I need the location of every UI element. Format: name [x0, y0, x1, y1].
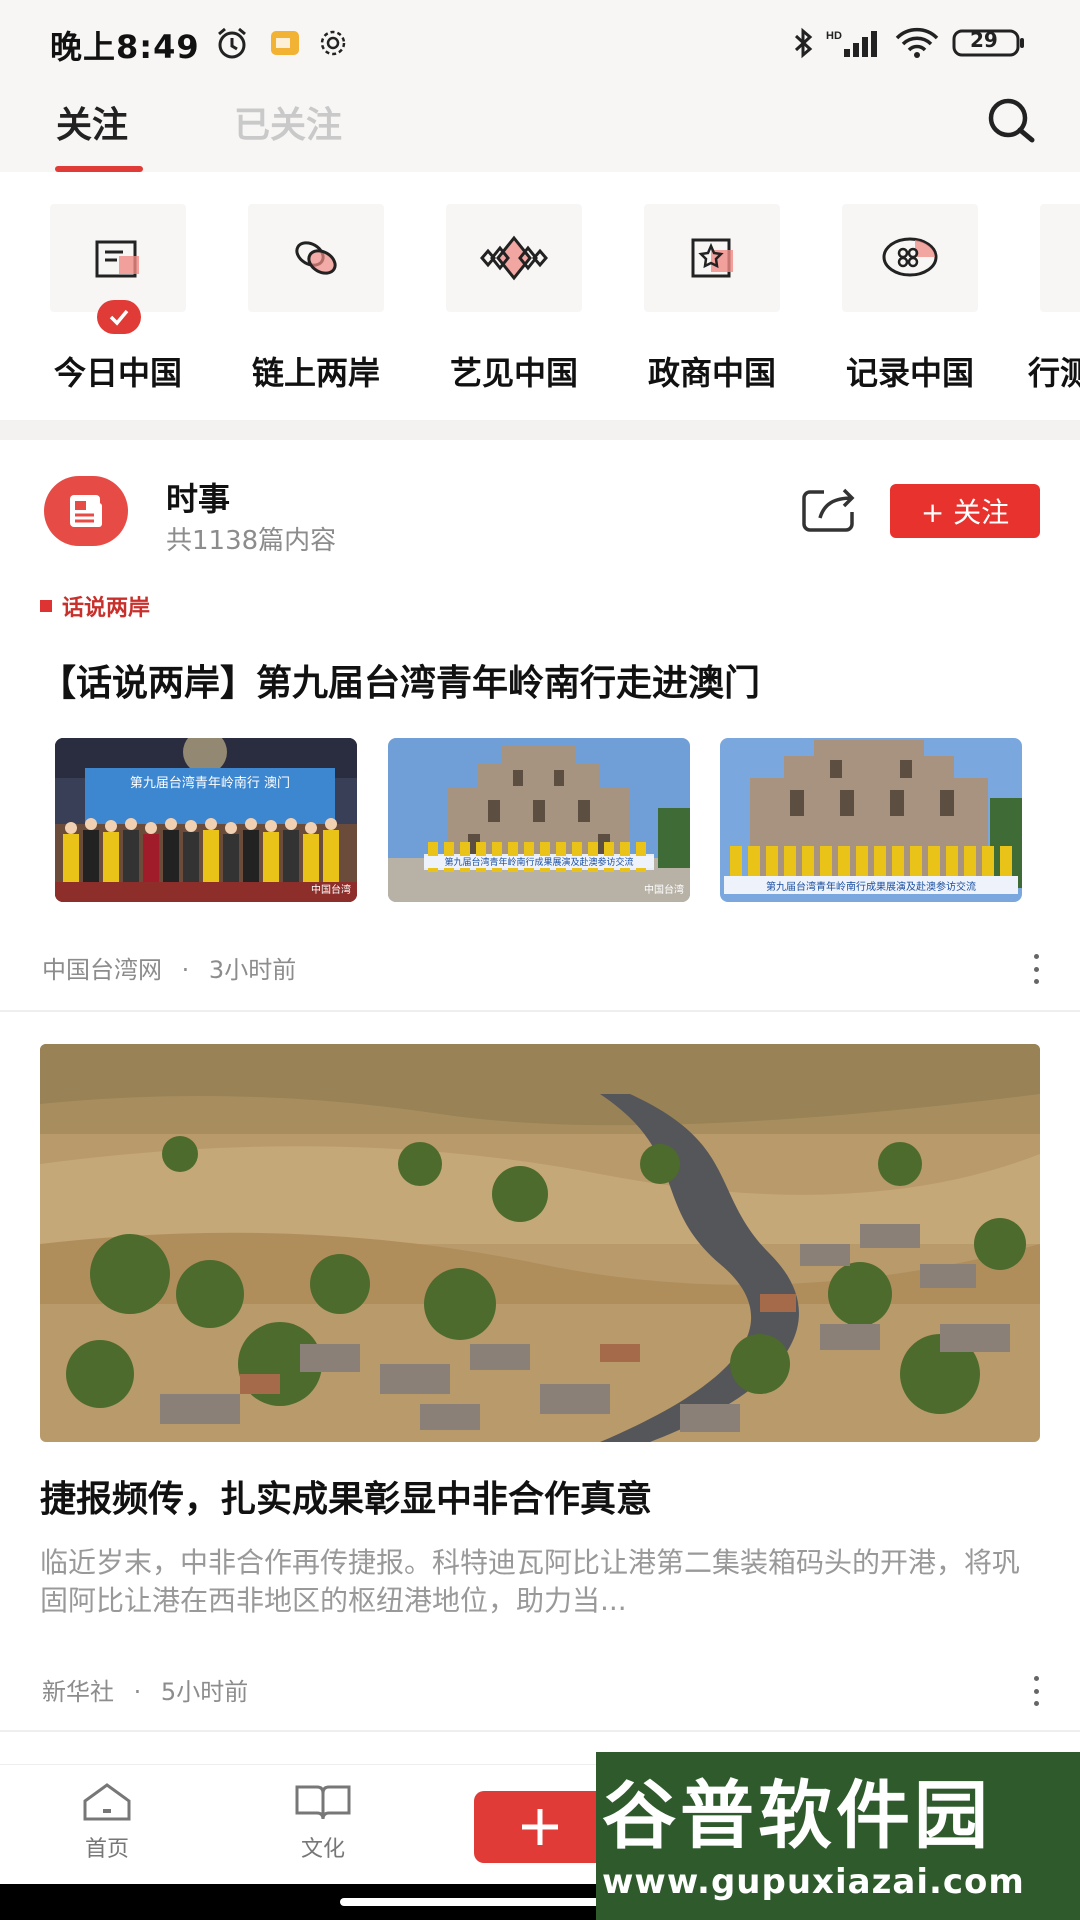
article-time: 5小时前	[160, 1678, 249, 1706]
channel-item-today-china[interactable]: 今日中国	[38, 204, 198, 394]
topic-header: 时事 共1138篇内容 + 关注	[0, 440, 1080, 576]
tag-marker	[40, 600, 52, 612]
article-title[interactable]: 捷报频传，扎实成果彰显中非合作真意	[40, 1470, 652, 1522]
channel-label: 链上两岸	[251, 354, 380, 392]
channel-item-gov-business-china[interactable]: 政商中国	[632, 204, 792, 394]
watermark-title: 谷普软件园	[602, 1773, 992, 1859]
article-source: 中国台湾网	[42, 956, 162, 984]
chat-bubble-icon	[842, 204, 978, 312]
top-header: 关注 已关注	[0, 86, 1080, 172]
wifi-icon	[892, 26, 942, 60]
triangle-icon	[1040, 204, 1080, 312]
nav-culture-label: 文化	[300, 1837, 345, 1862]
tab-follow[interactable]: 关注	[56, 96, 128, 148]
battery-icon: 29	[952, 26, 1026, 60]
nav-culture[interactable]: 文化	[268, 1781, 378, 1863]
channel-label: 今日中国	[53, 354, 182, 392]
status-time: 晚上8:49	[50, 28, 200, 66]
nav-home-label: 首页	[84, 1837, 129, 1862]
thumbnail-logo: 中国台湾	[644, 885, 684, 896]
star-frame-icon	[644, 204, 780, 312]
newspaper-icon	[50, 204, 186, 334]
article-time: 3小时前	[208, 956, 297, 984]
topic-content-count: 共1138篇内容	[166, 526, 337, 556]
topic-title: 时事	[166, 480, 231, 518]
channel-list: 今日中国 链上两岸 艺见中国 政商中国 记录中国 行测	[0, 172, 1080, 420]
followed-check-icon	[97, 300, 141, 334]
channel-label: 行测	[1028, 354, 1080, 392]
more-options-icon[interactable]	[1031, 1676, 1041, 1706]
share-icon[interactable]	[800, 484, 860, 534]
plus-icon	[522, 1809, 558, 1845]
bluetooth-icon	[788, 26, 818, 60]
nav-home[interactable]: 首页	[52, 1781, 162, 1863]
battery-level: 29	[970, 28, 998, 52]
channel-item-partial[interactable]: 行测	[1028, 204, 1080, 394]
channel-label: 艺见中国	[449, 354, 578, 392]
topic-avatar[interactable]	[44, 476, 128, 546]
tab-followed[interactable]: 已关注	[234, 96, 342, 148]
channel-label: 记录中国	[845, 354, 974, 392]
svg-text:HD: HD	[826, 30, 842, 42]
meta-separator: ·	[181, 956, 190, 984]
add-button[interactable]	[474, 1791, 606, 1863]
site-watermark: 谷普软件园 www.gupuxiazai.com	[596, 1752, 1080, 1920]
alarm-icon	[212, 26, 252, 60]
thumbnail-banner-text: 第九届台湾青年岭南行成果展演及赴澳参访交流	[766, 882, 976, 893]
article-title[interactable]: 【话说两岸】第九届台湾青年岭南行走进澳门	[40, 654, 760, 706]
channel-label: 政商中国	[647, 354, 776, 392]
app-screen: 晚上8:49 HD 29 关注 已关注 今日中国 链上两岸 艺见中国 政商中国 …	[0, 0, 1080, 1920]
article-divider	[0, 1010, 1080, 1012]
settings-gear-icon	[316, 26, 350, 60]
follow-button[interactable]: + 关注	[890, 484, 1040, 538]
thumbnail-logo: 中国台湾	[311, 885, 351, 896]
article-divider	[0, 1730, 1080, 1732]
channel-item-art-china[interactable]: 艺见中国	[434, 204, 594, 394]
article-summary[interactable]: 临近岁末，中非合作再传捷报。科特迪瓦阿比让港第二集装箱码头的开港，将巩固阿比让港…	[40, 1544, 1040, 1620]
article-tag-label: 话说两岸	[62, 595, 151, 621]
channel-item-record-china[interactable]: 记录中国	[830, 204, 990, 394]
article-thumbnail-3[interactable]: 第九届台湾青年岭南行成果展演及赴澳参访交流	[720, 738, 1022, 902]
home-icon	[83, 1783, 131, 1821]
article-meta: 中国台湾网 · 3小时前	[42, 950, 296, 985]
article-thumbnail-1[interactable]: 第九届台湾青年岭南行 澳门 中国台湾	[55, 738, 357, 902]
cellular-signal-icon: HD	[826, 26, 880, 60]
article-thumbnail-2[interactable]: 第九届台湾青年岭南行成果展演及赴澳参访交流 中国台湾	[388, 738, 690, 902]
article-source: 新华社	[42, 1678, 114, 1706]
article-cover-image[interactable]	[40, 1044, 1040, 1442]
art-pattern-icon	[446, 204, 582, 312]
search-icon[interactable]	[984, 94, 1040, 150]
app-notification-icon	[268, 26, 302, 60]
thumbnail-banner-text: 第九届台湾青年岭南行 澳门	[129, 776, 291, 791]
section-divider	[0, 420, 1080, 440]
watermark-url: www.gupuxiazai.com	[602, 1862, 1025, 1902]
status-bar: 晚上8:49 HD 29	[0, 0, 1080, 86]
book-icon	[295, 1785, 351, 1820]
thumbnail-banner-text: 第九届台湾青年岭南行成果展演及赴澳参访交流	[444, 858, 634, 868]
link-icon	[248, 204, 384, 312]
meta-separator: ·	[133, 1678, 142, 1706]
article-tag[interactable]: 话说两岸	[40, 590, 150, 622]
channel-item-chain-cross-strait[interactable]: 链上两岸	[236, 204, 396, 394]
more-options-icon[interactable]	[1031, 954, 1041, 984]
article-meta: 新华社 · 5小时前	[42, 1672, 248, 1707]
